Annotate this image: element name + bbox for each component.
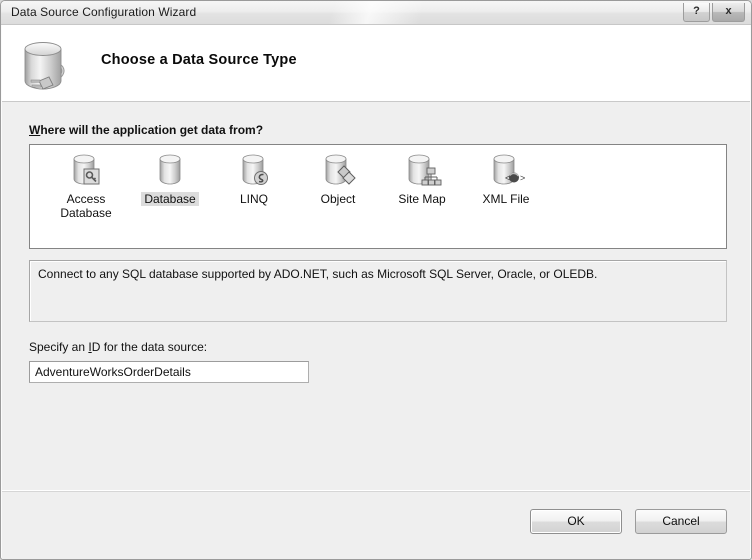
source-type-label: LINQ <box>239 192 268 206</box>
source-type-label: Access Database <box>60 192 112 220</box>
data-source-description-pane: Connect to any SQL database supported by… <box>29 260 727 322</box>
cancel-button[interactable]: Cancel <box>635 509 727 534</box>
data-source-id-input[interactable] <box>29 361 309 383</box>
xml-file-icon: < > <box>493 154 525 185</box>
database-icon <box>159 154 181 185</box>
close-button[interactable]: x <box>712 3 745 22</box>
database-plug-icon <box>24 42 65 90</box>
access-database-icon <box>73 154 100 185</box>
source-type-site-map[interactable]: Site Map <box>380 151 464 206</box>
source-type-label: Object <box>320 192 356 206</box>
source-type-label: Site Map <box>398 192 446 206</box>
source-type-label: XML File <box>482 192 530 206</box>
page-title: Choose a Data Source Type <box>101 52 297 68</box>
prompt-rest: here will the application get data from? <box>40 123 264 137</box>
source-type-access-database[interactable]: Access Database <box>44 151 128 220</box>
id-label-post: D for the data source: <box>91 340 208 354</box>
description-text: Connect to any SQL database supported by… <box>38 267 598 281</box>
svg-text:>: > <box>520 173 525 183</box>
linq-icon <box>242 154 268 185</box>
source-type-object[interactable]: Object <box>296 151 380 206</box>
prompt-accel: W <box>29 123 41 137</box>
title-bar[interactable]: Data Source Configuration Wizard ? x <box>1 1 751 25</box>
data-source-prompt-label: Where will the application get data from… <box>29 123 263 137</box>
ok-button[interactable]: OK <box>530 509 622 534</box>
data-source-type-list[interactable]: Access Database Database LINQ Object Sit… <box>29 144 727 249</box>
source-type-database[interactable]: Database <box>128 151 212 206</box>
source-type-linq[interactable]: LINQ <box>212 151 296 206</box>
source-type-label: Database <box>141 192 199 206</box>
dialog-footer: OK Cancel <box>2 490 750 559</box>
dialog-body: Where will the application get data from… <box>2 102 750 490</box>
dialog-header: Choose a Data Source Type <box>2 25 750 102</box>
window-title: Data Source Configuration Wizard <box>11 5 197 19</box>
source-type-xml-file[interactable]: < > XML File <box>464 151 548 206</box>
data-source-id-label: Specify an ID for the data source: <box>29 340 207 354</box>
id-label-pre: Specify an <box>29 340 89 354</box>
object-icon <box>325 154 356 185</box>
help-button[interactable]: ? <box>683 3 710 22</box>
dialog-window: Data Source Configuration Wizard ? x Cho… <box>0 0 752 560</box>
site-map-icon <box>408 154 442 186</box>
